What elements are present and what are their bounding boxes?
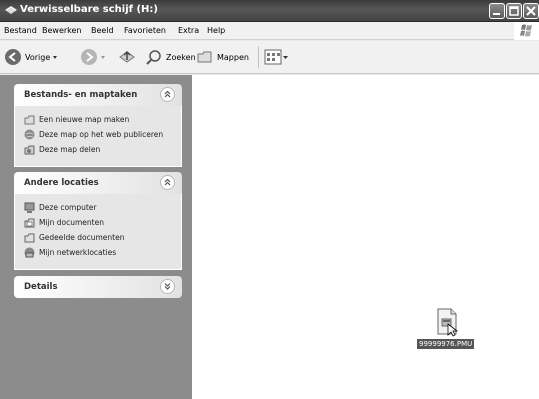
up-folder-icon (119, 50, 135, 63)
folders-button[interactable]: Mappen (196, 47, 249, 67)
panel-body: Deze computer Mijn documenten Gedeelde d… (14, 194, 182, 270)
place-my-computer[interactable]: Deze computer (24, 200, 97, 214)
folders-icon (197, 51, 212, 63)
folders-label: Mappen (217, 52, 249, 62)
task-label: Deze map delen (39, 144, 101, 154)
title-bar[interactable]: Verwisselbare schijf (H:) (0, 0, 539, 22)
menu-bewerken[interactable]: Bewerken (42, 26, 82, 35)
maximize-icon (509, 6, 519, 16)
panel-title: Bestands- en maptaken (24, 90, 138, 100)
dropdown-arrow-icon[interactable] (282, 52, 290, 62)
toolbar: Vorige Zoeken Mappen (0, 41, 539, 74)
task-new-folder[interactable]: Een nieuwe map maken (24, 112, 129, 126)
place-network[interactable]: Mijn netwerklocaties (24, 245, 116, 259)
views-icon (264, 49, 282, 65)
task-label: Een nieuwe map maken (39, 114, 130, 124)
collapse-button[interactable] (160, 175, 175, 190)
forward-arrow-icon (81, 49, 97, 65)
file-name: 99999976.PMU (417, 339, 475, 349)
computer-icon (24, 202, 35, 213)
place-label: Mijn documenten (39, 217, 104, 227)
menu-favorieten[interactable]: Favorieten (124, 26, 166, 35)
dropdown-arrow-icon[interactable] (50, 52, 60, 62)
minimize-button[interactable] (489, 3, 505, 19)
drive-icon (5, 6, 17, 14)
panel-details: Details (14, 276, 182, 298)
share-folder-icon (24, 145, 35, 154)
forward-button[interactable] (80, 47, 108, 67)
close-button[interactable] (523, 3, 539, 19)
task-pane: Bestands- en maptaken Een nieuwe map mak… (0, 75, 192, 399)
chevron-down-icon (164, 283, 171, 290)
maximize-button[interactable] (506, 3, 522, 19)
up-folder-button[interactable] (118, 47, 136, 67)
task-label: Deze map op het web publiceren (39, 129, 164, 139)
file-list-area[interactable]: 99999976.PMU (192, 75, 539, 399)
explorer-window: Verwisselbare schijf (H:) Bestand Bewerk… (0, 0, 539, 399)
search-label: Zoeken (166, 52, 196, 62)
panel-title: Details (24, 282, 58, 292)
collapse-button[interactable] (160, 87, 175, 102)
close-icon (526, 6, 536, 16)
window-title: Verwisselbare schijf (H:) (20, 4, 158, 15)
chevron-up-icon (164, 178, 171, 186)
task-share-folder[interactable]: Deze map delen (24, 142, 100, 156)
panel-file-folder-tasks: Bestands- en maptaken Een nieuwe map mak… (14, 84, 182, 167)
menu-bestand[interactable]: Bestand (4, 26, 37, 35)
menu-bar: Bestand Bewerken Beeld Favorieten Extra … (0, 22, 539, 40)
menu-help[interactable]: Help (207, 26, 225, 35)
chevron-up-icon (164, 90, 171, 98)
place-shared-documents[interactable]: Gedeelde documenten (24, 230, 124, 244)
panel-other-places: Andere locaties Deze computer Mijn docum… (14, 172, 182, 270)
windows-logo (514, 22, 539, 40)
back-button[interactable]: Vorige (4, 47, 60, 67)
expand-button[interactable] (160, 279, 175, 294)
place-label: Deze computer (39, 202, 97, 212)
menu-beeld[interactable]: Beeld (91, 26, 114, 35)
back-arrow-icon (5, 49, 21, 65)
panel-header[interactable]: Andere locaties (14, 172, 182, 194)
windows-flag-icon (520, 24, 532, 37)
documents-icon (24, 218, 35, 227)
place-my-documents[interactable]: Mijn documenten (24, 215, 104, 229)
panel-title: Andere locaties (24, 178, 99, 188)
toolbar-separator (258, 46, 259, 68)
place-label: Gedeelde documenten (39, 232, 125, 242)
task-publish-web[interactable]: Deze map op het web publiceren (24, 127, 163, 141)
globe-icon (24, 129, 35, 139)
place-label: Mijn netwerklocaties (39, 247, 117, 257)
views-button[interactable] (264, 47, 290, 67)
back-label: Vorige (25, 52, 51, 62)
search-button[interactable]: Zoeken (145, 47, 196, 67)
minimize-icon (493, 13, 500, 15)
dropdown-arrow-icon[interactable] (98, 52, 108, 62)
panel-header[interactable]: Bestands- en maptaken (14, 84, 182, 106)
shared-folder-icon (24, 233, 35, 242)
network-icon (24, 247, 35, 257)
file-icon (437, 308, 459, 337)
panel-header[interactable]: Details (14, 276, 182, 298)
search-icon (146, 50, 161, 65)
menu-extra[interactable]: Extra (178, 26, 199, 35)
new-folder-icon (24, 115, 35, 124)
panel-body: Een nieuwe map maken Deze map op het web… (14, 106, 182, 167)
